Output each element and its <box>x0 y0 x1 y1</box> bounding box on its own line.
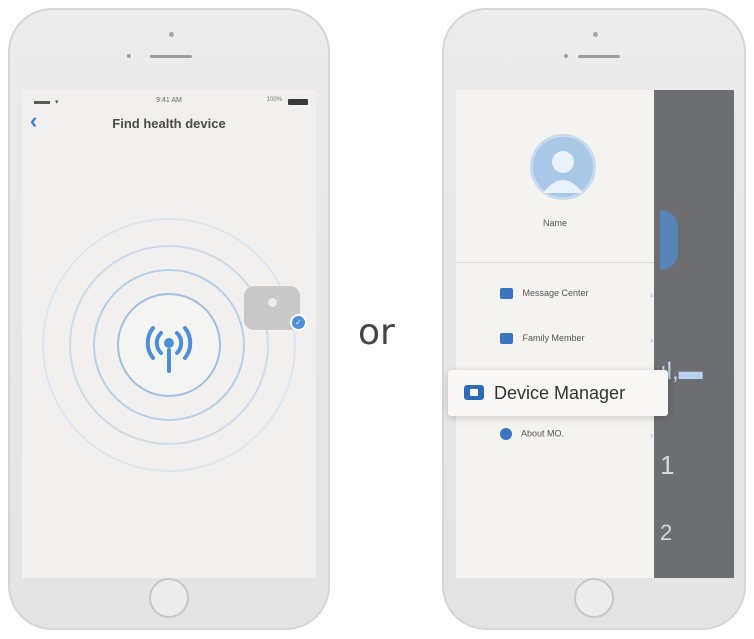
status-bar: ▾ 9:41 AM 100% <box>22 97 316 106</box>
page-title: Find health device <box>112 116 226 131</box>
menu-divider <box>456 262 654 263</box>
chevron-right-icon: › <box>650 290 653 300</box>
check-icon: ✓ <box>290 314 307 331</box>
camera-dot <box>169 32 174 37</box>
find-device-screen: ▾ 9:41 AM 100% ‹ Find health device ✓ <box>22 90 316 578</box>
home-button[interactable] <box>574 578 614 618</box>
profile-avatar[interactable] <box>530 134 596 200</box>
battery-icon <box>288 99 308 105</box>
dimmed-background[interactable]: ıl,▬ 1 2 <box>654 90 734 578</box>
device-manager-label: Device Manager <box>494 383 626 403</box>
chevron-right-icon: › <box>650 430 653 440</box>
speaker-grill <box>150 55 192 58</box>
background-number-2: 2 <box>660 520 673 545</box>
menu-item-label: About MO. <box>521 428 565 439</box>
menu-item-label: Message Center <box>522 288 589 298</box>
info-icon <box>500 428 512 440</box>
menu-item-message-center[interactable]: Message Center › <box>500 288 653 308</box>
menu-item-device-manager-highlight[interactable]: Device Manager <box>448 370 668 416</box>
sensor-dot <box>564 54 568 58</box>
family-icon <box>500 333 513 345</box>
chevron-right-icon: › <box>650 335 653 345</box>
battery-percent: 100% <box>266 97 282 103</box>
phone-left: ▾ 9:41 AM 100% ‹ Find health device ✓ <box>8 8 330 630</box>
device-icon-inner <box>470 389 478 396</box>
side-drawer: Name Message Center › Family Member › Ab… <box>456 90 654 578</box>
home-button[interactable] <box>149 578 189 618</box>
background-number-1: 1 <box>660 450 675 480</box>
side-menu-screen: ıl,▬ 1 2 Name Message Center › Family Me… <box>456 90 734 578</box>
speaker-grill <box>578 55 620 58</box>
device-sensor-dot <box>268 298 277 307</box>
phone-right: ıl,▬ 1 2 Name Message Center › Family Me… <box>442 8 746 630</box>
camera-dot <box>593 32 598 37</box>
broadcast-icon <box>145 326 193 373</box>
or-separator: or <box>358 312 395 353</box>
message-icon <box>500 288 513 300</box>
menu-item-family-member[interactable]: Family Member › <box>500 333 653 353</box>
menu-item-about[interactable]: About MO. › <box>500 428 653 448</box>
user-avatar-icon <box>543 151 583 193</box>
device-icon <box>464 385 484 400</box>
background-chart-accent <box>660 210 678 270</box>
sensor-dot <box>127 54 131 58</box>
menu-item-label: Family Member <box>522 333 585 343</box>
profile-name: Name <box>542 218 567 228</box>
